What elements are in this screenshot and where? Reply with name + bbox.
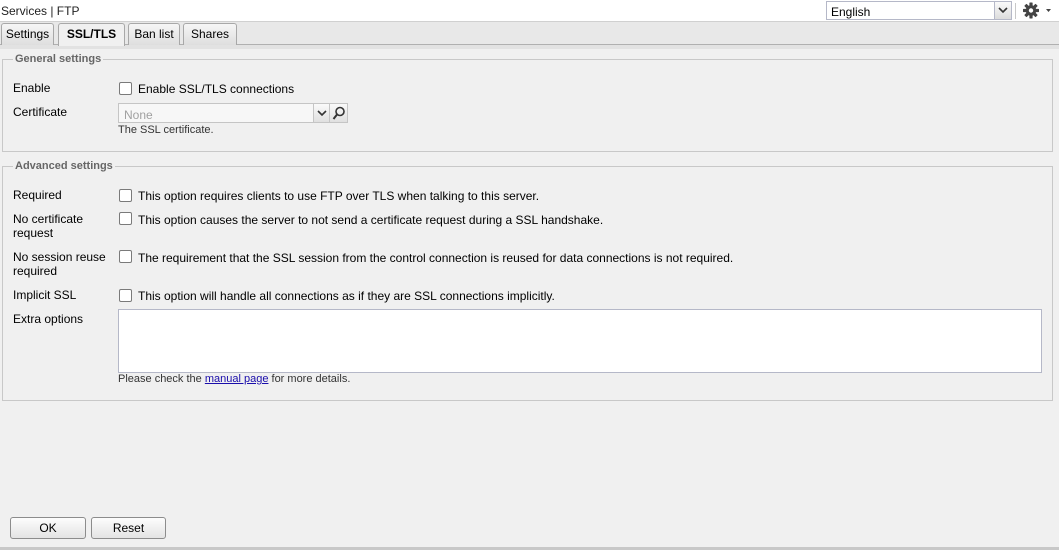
extra-options-label: Extra options [13,312,84,326]
certificate-hint: The SSL certificate. [118,124,214,136]
settings-menu-button[interactable] [1020,1,1056,20]
manual-page-link[interactable]: manual page [205,373,269,385]
tab-ssl-tls[interactable]: SSL/TLS [58,23,125,46]
tab-body-band [0,45,1059,49]
magnifier-icon [332,106,345,120]
tab-ban-list[interactable]: Ban list [128,23,180,45]
gear-icon [1023,2,1051,19]
language-select-value: English [831,5,871,19]
no-certificate-request-label-line1: No certificate [13,212,84,226]
no-session-reuse-label-line1: No session reuse [13,250,106,264]
extra-options-hint-suffix: for more details. [268,373,351,385]
no-session-reuse-label-line2: required [13,264,58,278]
language-select[interactable]: English [826,1,1012,20]
top-bar: Services | FTP English [0,0,1059,22]
enable-ssl-checkbox[interactable] [119,82,132,95]
certificate-label: Certificate [13,105,68,119]
no-certificate-request-checkbox[interactable] [119,212,132,225]
ok-button[interactable]: OK [10,517,86,539]
no-certificate-request-checkbox-label[interactable]: This option causes the server to not sen… [138,213,603,227]
tab-shares[interactable]: Shares [183,23,237,45]
chevron-down-icon [998,7,1008,14]
extra-options-hint: Please check the manual page for more de… [118,373,350,385]
tab-settings[interactable]: Settings [1,23,54,45]
toolbar-separator [1015,3,1016,19]
enable-ssl-checkbox-label[interactable]: Enable SSL/TLS connections [138,82,294,96]
certificate-dropdown-trigger[interactable] [313,104,329,122]
certificate-search-button[interactable] [330,103,348,123]
no-session-reuse-checkbox[interactable] [119,250,132,263]
no-certificate-request-label-line2: request [13,226,54,240]
implicit-ssl-checkbox[interactable] [119,289,132,302]
language-dropdown-trigger[interactable] [994,2,1011,19]
advanced-settings-legend: Advanced settings [15,160,113,172]
required-checkbox[interactable] [119,189,132,202]
implicit-ssl-label: Implicit SSL [13,288,77,302]
certificate-select-value: None [124,108,153,122]
required-label: Required [13,188,62,202]
breadcrumb: Services | FTP [1,4,80,18]
extra-options-textarea[interactable] [118,309,1042,373]
implicit-ssl-checkbox-label[interactable]: This option will handle all connections … [138,289,555,303]
certificate-select[interactable]: None [118,103,330,123]
chevron-down-icon [317,110,327,117]
extra-options-hint-prefix: Please check the [118,373,205,385]
enable-label: Enable [13,81,51,95]
no-session-reuse-checkbox-label[interactable]: The requirement that the SSL session fro… [138,251,733,265]
general-settings-legend: General settings [15,53,102,65]
reset-button[interactable]: Reset [91,517,166,539]
required-checkbox-label[interactable]: This option requires clients to use FTP … [138,189,539,203]
